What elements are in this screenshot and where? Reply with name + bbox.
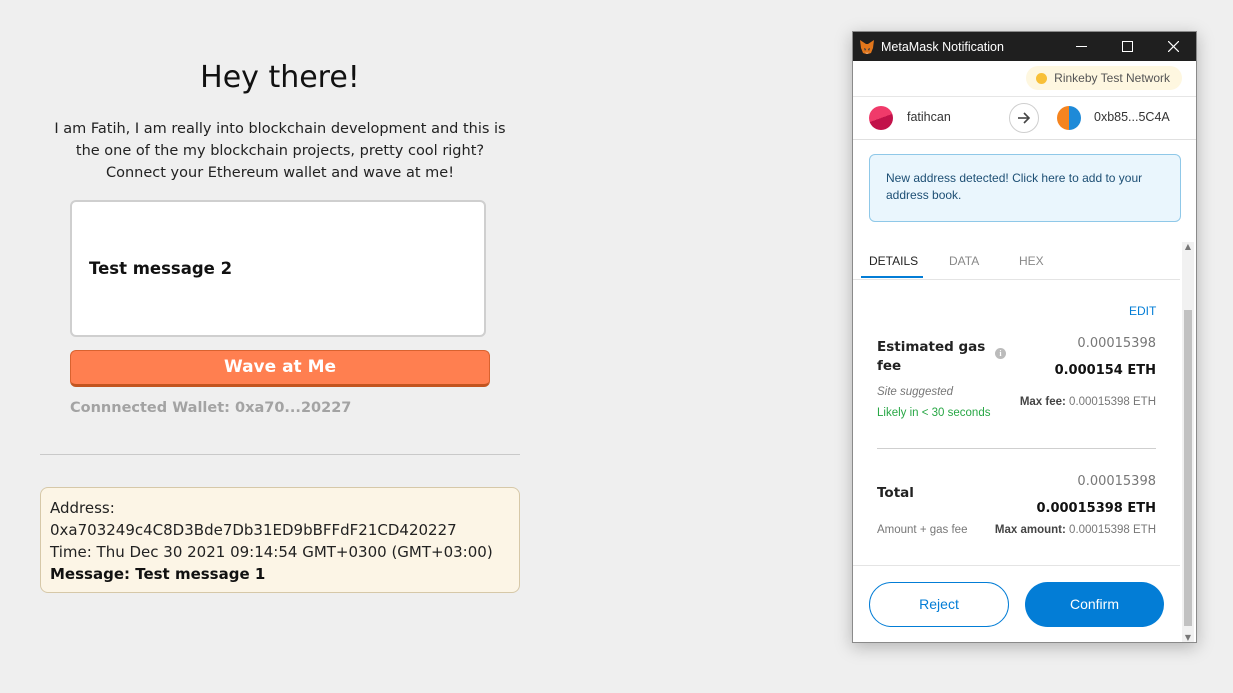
scroll-down-icon[interactable]: ▼ [1183,633,1193,642]
total-label: Total [877,485,914,501]
gas-fee-secondary: 0.00015398 [1077,336,1156,351]
from-account-avatar [869,106,893,130]
tab-hex[interactable]: HEX [1019,254,1044,268]
scrollbar[interactable]: ▲ ▼ [1182,242,1194,642]
site-suggested-text: Site suggested [877,386,954,398]
page-title: Hey there! [200,60,360,95]
intro-text: I am Fatih, I am really into blockchain … [40,118,520,184]
intro-line: Connect your Ethereum wallet and wave at… [105,165,455,181]
to-address[interactable]: 0xb85...5C4A [1094,110,1170,124]
max-amount-label: Max amount: [994,524,1066,536]
wave-time: Time: Thu Dec 30 2021 09:14:54 GMT+0300 … [50,543,493,561]
max-fee-value: 0.00015398 ETH [1069,396,1156,408]
wave-address-label: Address: [50,499,115,517]
accounts-row: fatihcan 0xb85...5C4A [853,97,1196,140]
maximize-icon [1121,41,1133,52]
maximize-button[interactable] [1104,32,1150,61]
likely-time-text: Likely in < 30 seconds [877,407,991,419]
max-fee-label: Max fee: [1019,396,1066,408]
arrow-right-icon [1009,103,1039,133]
confirm-button[interactable]: Confirm [1025,582,1164,627]
footer-divider [853,565,1180,566]
info-icon[interactable]: i [995,348,1006,359]
tab-data[interactable]: DATA [949,254,979,268]
connected-wallet-text: Connnected Wallet: 0xa70...20227 [70,400,352,416]
section-divider [877,448,1156,449]
wave-address: 0xa703249c4C8D3Bde7Db31ED9bBFFdF21CD4202… [50,521,457,539]
max-amount-value: 0.00015398 ETH [1069,524,1156,536]
window-title: MetaMask Notification [881,39,1004,54]
tab-details[interactable]: DETAILS [869,254,918,268]
minimize-icon [1075,46,1087,47]
network-name: Rinkeby Test Network [1054,71,1170,85]
close-button[interactable] [1150,32,1196,61]
to-account-avatar [1057,106,1081,130]
gas-fee-primary: 0.000154 ETH [1054,363,1156,378]
wave-message: Message: Test message 1 [50,565,266,583]
wave-button[interactable]: Wave at Me [70,350,490,387]
tab-bar: DETAILS DATA HEX [853,244,1180,280]
scroll-up-icon[interactable]: ▲ [1183,242,1193,251]
intro-line: I am Fatih, I am really into blockchain … [54,121,506,137]
new-address-notice[interactable]: New address detected! Click here to add … [869,154,1181,222]
max-fee: Max fee: 0.00015398 ETH [1020,396,1156,408]
network-row: Rinkeby Test Network [853,61,1196,97]
message-input-value: Test message 2 [89,259,233,278]
minimize-button[interactable] [1058,32,1104,61]
edit-gas-link[interactable]: EDIT [1129,304,1156,318]
titlebar: MetaMask Notification [853,32,1196,61]
metamask-fox-icon [860,39,874,54]
network-dot-icon [1036,73,1048,84]
intro-line: the one of the my blockchain projects, p… [75,143,485,159]
reject-button[interactable]: Reject [869,582,1009,627]
message-input[interactable]: Test message 2 [70,200,486,337]
amount-gas-text: Amount + gas fee [877,524,968,536]
wave-card: Address: 0xa703249c4C8D3Bde7Db31ED9bBFFd… [40,487,520,593]
scroll-thumb[interactable] [1184,310,1192,626]
total-secondary: 0.00015398 [1077,474,1156,489]
divider [40,454,520,455]
gas-fee-label: Estimated gas fee [877,339,986,374]
close-icon [1167,41,1179,52]
max-amount: Max amount: 0.00015398 ETH [995,524,1156,536]
active-tab-indicator [861,276,923,278]
from-account-name: fatihcan [907,110,951,124]
network-pill[interactable]: Rinkeby Test Network [1026,66,1182,90]
total-primary: 0.00015398 ETH [1036,501,1156,516]
metamask-window: MetaMask Notification Rinkeby Test Netwo… [852,31,1197,643]
